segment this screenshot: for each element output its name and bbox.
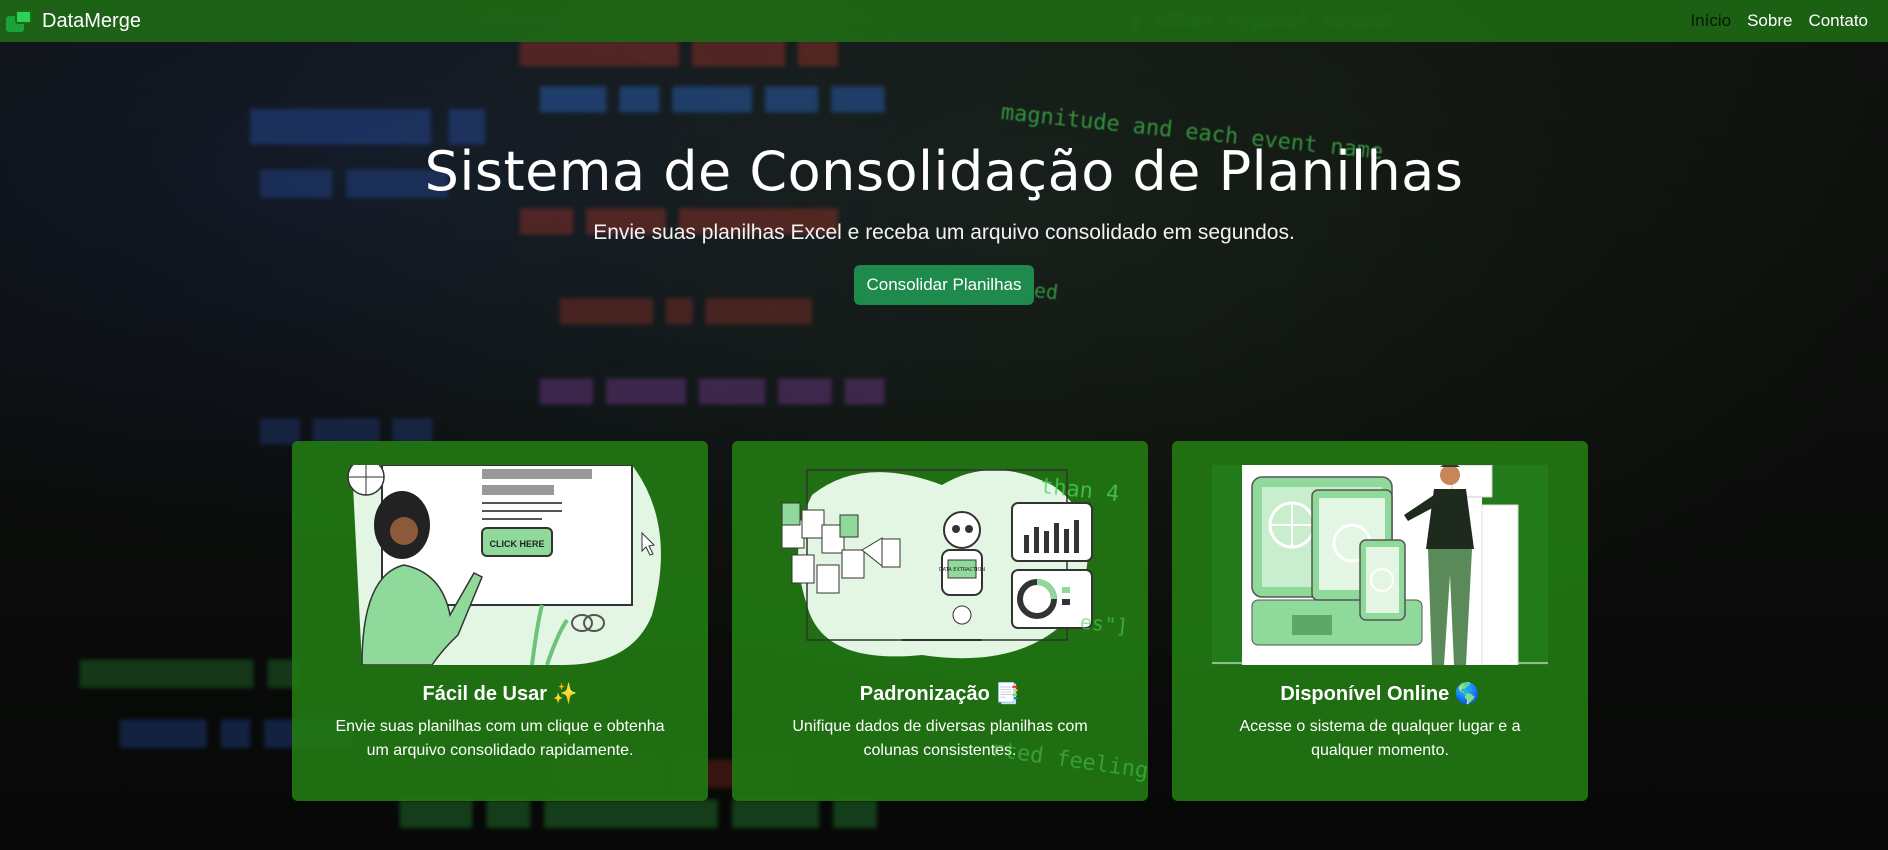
feature-text: Envie suas planilhas com um clique e obt…	[335, 718, 665, 759]
hero-subtitle: Envie suas planilhas Excel e receba um a…	[593, 221, 1295, 244]
nav-links: Início Sobre Contato	[1690, 11, 1882, 31]
nav-link-sobre[interactable]: Sobre	[1747, 11, 1792, 31]
robot-data-extraction-illustration: DATA EXTRACTION	[781, 469, 1093, 659]
feature-text: Unifique dados de diversas planilhas com…	[792, 718, 1088, 759]
feature-title: Fácil de Usar ✨	[422, 683, 578, 705]
hero-title: Sistema de Consolidação de Planilhas	[424, 140, 1464, 203]
feature-title: Padronização 📑	[859, 683, 1021, 705]
bg-code-line: ████████████ ██	[80, 660, 297, 688]
hero-section: Sistema de Consolidação de Planilhas Env…	[0, 140, 1888, 305]
feature-card-easy: CLICK HERE Fácil de Usar ✨ Envie suas pl…	[292, 441, 708, 801]
data-extraction-label: DATA EXTRACTION	[939, 567, 986, 573]
bg-code-line: █████ ███ ██████ ████ ████	[540, 88, 885, 113]
brand-name: DataMerge	[42, 9, 141, 32]
person-click-illustration: CLICK HERE	[347, 465, 661, 665]
consolidate-button[interactable]: Consolidar Planilhas	[853, 265, 1035, 305]
brand[interactable]: DataMerge	[6, 10, 141, 33]
feature-title: Disponível Online 🌎	[1280, 683, 1480, 705]
spreadsheet-logo-icon	[6, 10, 32, 32]
click-here-label: CLICK HERE	[489, 539, 544, 549]
feature-card-standardization: DATA EXTRACTION Padronização 📑 Unifique …	[732, 441, 1148, 801]
nav-link-inicio[interactable]: Início	[1690, 11, 1731, 31]
bg-code-line: ████████████ ███████ ███	[520, 42, 838, 67]
feature-card-online: Disponível Online 🌎 Acesse o sistema de …	[1172, 441, 1588, 801]
feature-text: Acesse o sistema de qualquer lugar e a q…	[1239, 718, 1521, 759]
features: CLICK HERE Fácil de Usar ✨ Envie suas pl…	[292, 441, 1588, 801]
navbar: DataMerge Início Sobre Contato	[0, 0, 1888, 42]
bg-code-line: █████ ███ ████████████ ██████ ███	[400, 800, 877, 828]
bg-code-line: ████ ██████ █████ ████ ███	[540, 380, 885, 405]
devices-globe-illustration	[1212, 465, 1548, 665]
nav-link-contato[interactable]: Contato	[1808, 11, 1868, 31]
